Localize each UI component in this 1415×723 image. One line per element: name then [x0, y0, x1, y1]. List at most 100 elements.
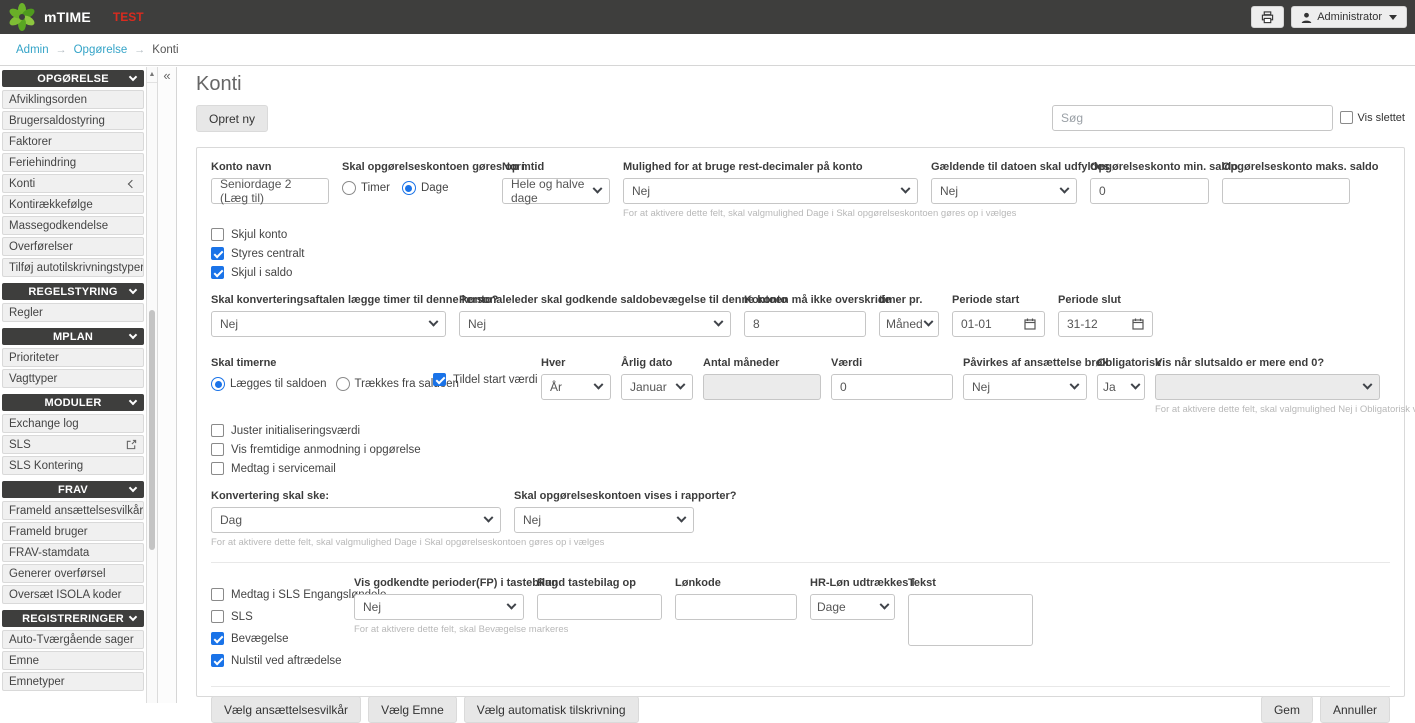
print-button[interactable]: [1251, 6, 1284, 28]
chevron-down-icon: [507, 599, 517, 609]
vises-i-rapporter-select[interactable]: Nej: [514, 507, 694, 533]
normtid-select[interactable]: Hele og halve dage: [502, 178, 610, 204]
periode-slut-input[interactable]: 31-12: [1058, 311, 1153, 337]
select-subject-button[interactable]: Vælg Emne: [368, 696, 457, 723]
sidebar-section-opg-relse[interactable]: OPGØRELSE: [2, 70, 144, 87]
environment-badge: TEST: [113, 10, 144, 24]
rest-decimaler-select[interactable]: Nej: [623, 178, 918, 204]
checkbox-sls[interactable]: SLS: [211, 607, 341, 626]
breadcrumb-konti: Konti: [152, 44, 178, 56]
checkbox-bevaegelse[interactable]: Bevægelse: [211, 629, 341, 648]
radio-dage[interactable]: Dage: [402, 181, 449, 195]
loenkode-label: Lønkode: [675, 577, 797, 589]
sidebar-item-frav-stamdata[interactable]: FRAV-stamdata: [2, 543, 144, 562]
sidebar-section-registreringer[interactable]: REGISTRERINGER: [2, 610, 144, 627]
sidebar-item-feriehindring[interactable]: Feriehindring: [2, 153, 144, 172]
create-new-button[interactable]: Opret ny: [196, 105, 268, 132]
sidebar-item-frameld-ans-ttelsesvilk-r[interactable]: Frameld ansættelsesvilkår: [2, 501, 144, 520]
checkbox-juster-initialiseringsvaerdi[interactable]: Juster initialiseringsværdi: [211, 421, 1390, 440]
sidebar-item-regler[interactable]: Regler: [2, 303, 144, 322]
hr-loen-select[interactable]: Dage: [810, 594, 895, 620]
sidebar-item-auto-tv-rg-ende-sager[interactable]: Auto-Tværgående sager: [2, 630, 144, 649]
personaleleder-select[interactable]: Nej: [459, 311, 731, 337]
obligatorisk-select[interactable]: Ja: [1097, 374, 1145, 400]
scrollbar-thumb[interactable]: [149, 310, 155, 550]
checkbox-medtag-sls[interactable]: Medtag i SLS Engangsløndele: [211, 585, 341, 604]
sidebar-collapse-strip[interactable]: «: [158, 67, 177, 703]
godkendte-perioder-select[interactable]: Nej: [354, 594, 524, 620]
min-saldo-input[interactable]: 0: [1090, 178, 1209, 204]
cancel-button[interactable]: Annuller: [1320, 696, 1390, 723]
checkbox-vis-fremtidige[interactable]: Vis fremtidige anmodning i opgørelse: [211, 440, 1390, 459]
aarlig-dato-select[interactable]: Januar: [621, 374, 693, 400]
user-menu-button[interactable]: Administrator: [1291, 6, 1407, 28]
sidebar-item-afviklingsorden[interactable]: Afviklingsorden: [2, 90, 144, 109]
field-godkendte-perioder: Vis godkendte perioder(FP) i tastebilag …: [354, 577, 524, 635]
breadcrumb-admin[interactable]: Admin: [16, 44, 49, 56]
checkbox-skjul-i-saldo[interactable]: Skjul i saldo: [211, 263, 1390, 282]
sidebar-section-frav[interactable]: FRAV: [2, 481, 144, 498]
search-input[interactable]: [1052, 105, 1333, 131]
radio-timer[interactable]: Timer: [342, 181, 390, 195]
sidebar-item-faktorer[interactable]: Faktorer: [2, 132, 144, 151]
maks-saldo-input[interactable]: [1222, 178, 1350, 204]
vaerdi-input[interactable]: 0: [831, 374, 953, 400]
sidebar-section-moduler[interactable]: MODULER: [2, 394, 144, 411]
select-auto-accrual-button[interactable]: Vælg automatisk tilskrivning: [464, 696, 639, 723]
sidebar-item-tilf-j-autotilskrivningstyper[interactable]: Tilføj autotilskrivningstyper: [2, 258, 144, 277]
obligatorisk-label: Obligatorisk: [1097, 357, 1145, 369]
loenkode-input[interactable]: [675, 594, 797, 620]
konvertering-select[interactable]: Dag: [211, 507, 501, 533]
tekst-textarea[interactable]: [908, 594, 1033, 646]
save-button[interactable]: Gem: [1261, 696, 1313, 723]
main-content: Konti Opret ny Vis slettet Konto navn Se…: [177, 67, 1415, 703]
sidebar-item-overs-t-isola-koder[interactable]: Oversæt ISOLA koder: [2, 585, 144, 604]
konverteringsaftale-select[interactable]: Nej: [211, 311, 446, 337]
gores-op-i-label: Skal opgørelseskontoen gøres op i: [342, 161, 489, 173]
sidebar-item-exchange-log[interactable]: Exchange log: [2, 414, 144, 433]
hver-label: Hver: [541, 357, 611, 369]
checkbox-medtag-servicemail[interactable]: Medtag i servicemail: [211, 459, 1390, 478]
scroll-up-icon[interactable]: ▲: [147, 67, 157, 83]
hver-select[interactable]: År: [541, 374, 611, 400]
sidebar-item-prioriteter[interactable]: Prioriteter: [2, 348, 144, 367]
checkbox-skjul-konto[interactable]: Skjul konto: [211, 225, 1390, 244]
select-employment-terms-button[interactable]: Vælg ansættelsesvilkår: [211, 696, 361, 723]
overskride-input[interactable]: 8: [744, 311, 866, 337]
field-personaleleder: Personaleleder skal godkende saldobevæge…: [459, 294, 731, 337]
collapse-sidebar-icon[interactable]: «: [158, 67, 176, 85]
sidebar-item-emne[interactable]: Emne: [2, 651, 144, 670]
sidebar-item-brugersaldostyring[interactable]: Brugersaldostyring: [2, 111, 144, 130]
timer-pr-select[interactable]: Måned: [879, 311, 939, 337]
show-deleted-toggle[interactable]: Vis slettet: [1340, 111, 1406, 124]
chevron-left-icon: [128, 180, 136, 188]
sidebar-section-mplan[interactable]: MPLAN: [2, 328, 144, 345]
gaeldende-til-select[interactable]: Nej: [931, 178, 1077, 204]
radio-laegges-til-saldoen[interactable]: Lægges til saldoen: [211, 377, 327, 391]
checkbox-tildel-start-vaerdi[interactable]: Tildel start værdi: [433, 370, 531, 389]
chevron-down-icon: [129, 613, 137, 621]
sidebar-item-konti[interactable]: Konti: [2, 174, 144, 193]
sidebar-section-regelstyring[interactable]: REGELSTYRING: [2, 283, 144, 300]
sidebar-item-sls[interactable]: SLS: [2, 435, 144, 454]
sidebar-item-massegodkendelse[interactable]: Massegodkendelse: [2, 216, 144, 235]
rund-tastebilag-input[interactable]: [537, 594, 662, 620]
checkbox-nulstil[interactable]: Nulstil ved aftrædelse: [211, 651, 341, 670]
periode-start-input[interactable]: 01-01: [952, 311, 1045, 337]
sidebar-item-frameld-bruger[interactable]: Frameld bruger: [2, 522, 144, 541]
sidebar-item-generer-overf-rsel[interactable]: Generer overførsel: [2, 564, 144, 583]
sidebar-item-emnetyper[interactable]: Emnetyper: [2, 672, 144, 691]
sidebar-item-sls-kontering[interactable]: SLS Kontering: [2, 456, 144, 475]
sidebar-item-overf-relser[interactable]: Overførelser: [2, 237, 144, 256]
sidebar-item-kontir-kkef-lge[interactable]: Kontirækkefølge: [2, 195, 144, 214]
breadcrumb-opgoerelse[interactable]: Opgørelse: [74, 44, 128, 56]
checkbox-icon: [211, 632, 224, 645]
checkbox-styres-centralt[interactable]: Styres centralt: [211, 244, 1390, 263]
sidebar-scrollbar[interactable]: ▲: [146, 67, 158, 703]
toolbar: Opret ny Vis slettet: [196, 105, 1405, 132]
konto-navn-input[interactable]: Seniordage 2 (Læg til): [211, 178, 329, 204]
paavirkes-broek-select[interactable]: Nej: [963, 374, 1087, 400]
radio-icon: [336, 377, 350, 391]
periode-slut-label: Periode slut: [1058, 294, 1153, 306]
sidebar-item-vagttyper[interactable]: Vagttyper: [2, 369, 144, 388]
